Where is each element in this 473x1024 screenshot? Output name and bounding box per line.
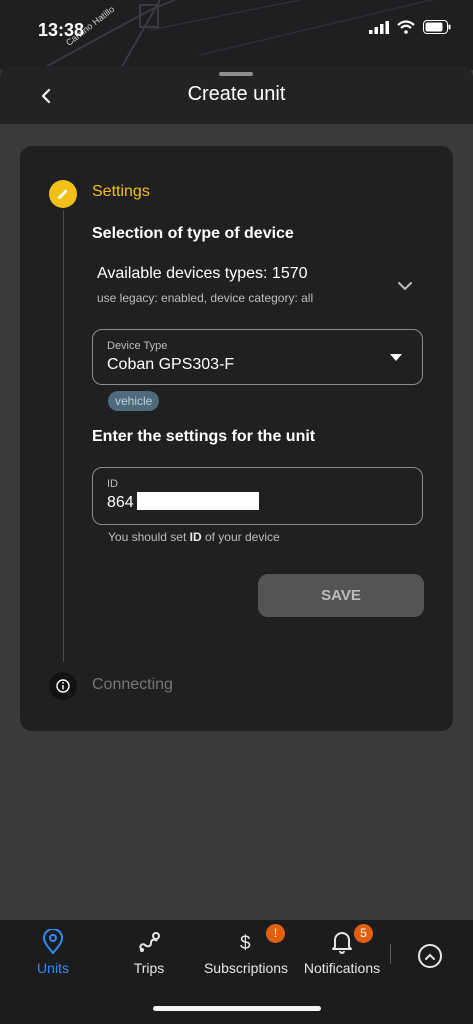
info-icon: [56, 679, 70, 693]
step-connecting-indicator: [49, 672, 77, 700]
chevron-down-icon: [398, 281, 412, 290]
id-label: ID: [107, 478, 118, 490]
pencil-icon: [58, 189, 68, 199]
tab-divider: [390, 944, 391, 964]
tab-trips[interactable]: Trips: [128, 926, 170, 986]
tab-units-label: Units: [37, 960, 69, 976]
notifications-badge: 5: [354, 924, 373, 943]
tab-notifications-label: Notifications: [303, 960, 381, 976]
wifi-icon: [397, 20, 415, 34]
tab-units[interactable]: Units: [32, 926, 74, 986]
step-settings-indicator: [49, 180, 77, 208]
signal-icon: [369, 20, 389, 34]
route-icon: [139, 932, 160, 952]
subscriptions-badge: !: [266, 924, 285, 943]
id-field[interactable]: ID 864: [92, 467, 423, 525]
header: Create unit: [0, 66, 473, 124]
available-devices-title[interactable]: Available devices types: 1570: [97, 265, 308, 283]
tab-trips-label: Trips: [133, 960, 165, 976]
dollar-icon: $: [240, 933, 251, 953]
sheet-grabber[interactable]: [219, 72, 253, 76]
expand-filters-button[interactable]: [393, 274, 417, 298]
tab-notifications[interactable]: 5 Notifications: [300, 924, 384, 986]
category-chip: vehicle: [108, 391, 160, 411]
id-helper-text: You should set ID of your device: [108, 530, 280, 544]
id-value: 864: [107, 494, 134, 511]
chevron-up-icon: [425, 953, 435, 960]
battery-icon: [423, 20, 451, 34]
dropdown-arrow-icon: [390, 354, 402, 361]
save-button[interactable]: SAVE: [258, 574, 424, 617]
device-selection-heading: Selection of type of device: [92, 225, 294, 242]
location-pin-icon: [42, 929, 64, 955]
bell-icon: [332, 932, 352, 954]
redaction-bar: [137, 492, 259, 510]
tab-subscriptions[interactable]: $ ! Subscriptions: [200, 924, 292, 986]
home-indicator: [153, 1006, 321, 1011]
tab-subscriptions-label: Subscriptions: [203, 960, 289, 976]
bottom-sheet: Create unit Settings Selection of type o…: [0, 66, 473, 1024]
create-unit-card: Settings Selection of type of device Ava…: [20, 146, 453, 731]
step-connecting-label[interactable]: Connecting: [92, 676, 173, 694]
stepper-line: [63, 210, 64, 662]
status-icons: [369, 20, 451, 34]
svg-text:$: $: [240, 933, 251, 953]
status-bar: 13:38: [0, 0, 473, 60]
device-type-select[interactable]: Device Type Coban GPS303-F: [92, 329, 423, 385]
expand-tabs-button[interactable]: [418, 944, 442, 968]
step-settings-label[interactable]: Settings: [92, 183, 150, 201]
clock: 13:38: [38, 20, 85, 40]
available-devices-subtitle: use legacy: enabled, device category: al…: [97, 291, 314, 305]
device-type-label: Device Type: [107, 340, 168, 352]
device-type-value: Coban GPS303-F: [107, 356, 235, 373]
unit-settings-heading: Enter the settings for the unit: [92, 428, 316, 445]
page-title: Create unit: [187, 83, 286, 105]
